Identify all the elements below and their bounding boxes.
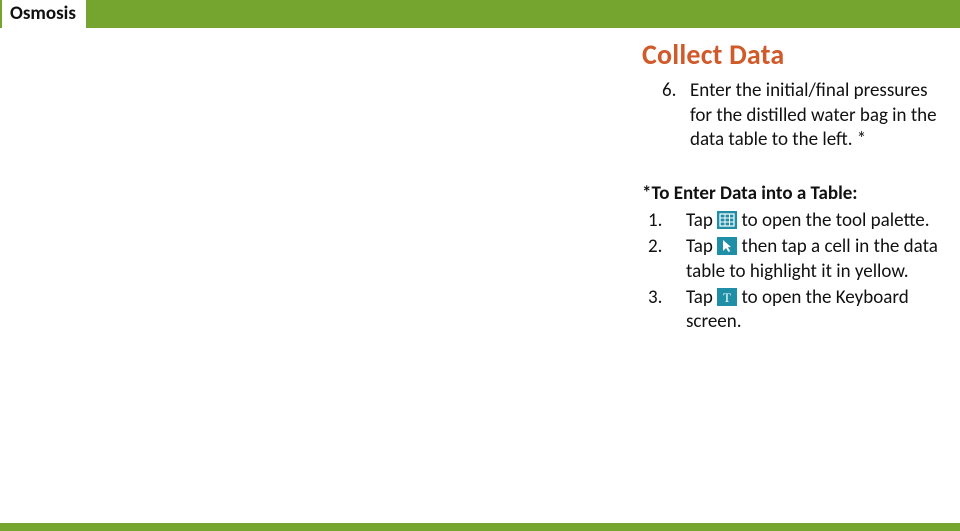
substep-2-marker: 2.: [648, 235, 662, 259]
main-steps-list: 6. Enter the initial/final pressures for…: [664, 79, 942, 152]
table-tool-icon: [717, 211, 737, 229]
substep-3-marker: 3.: [648, 286, 662, 310]
footer-bar: [0, 523, 960, 531]
step-6: 6. Enter the initial/final pressures for…: [664, 79, 942, 152]
spacer: [642, 152, 942, 180]
section-heading: Collect Data: [642, 40, 942, 69]
text-tool-icon: T: [717, 288, 737, 306]
substep-3-pre: Tap: [686, 286, 717, 309]
content-area: Collect Data 6. Enter the initial/final …: [0, 28, 960, 523]
sub-steps-list: 1. Tap to open the tool palette.: [646, 209, 942, 335]
substep-3: 3. Tap T to open the Keyboard screen.: [646, 286, 942, 335]
substep-1-post: to open the tool palette.: [737, 209, 929, 232]
step-6-marker: 6.: [662, 79, 676, 103]
svg-text:T: T: [723, 290, 731, 305]
step-6-text: Enter the initial/final pressures for th…: [690, 79, 937, 151]
subheading: *To Enter Data into a Table:: [642, 182, 942, 207]
substep-1-marker: 1.: [648, 209, 662, 233]
header-strip: Osmosis: [2, 0, 86, 28]
substep-2: 2. Tap then tap a cell in the data table…: [646, 235, 942, 284]
slide: Osmosis Collect Data 6. Enter the initia…: [0, 0, 960, 531]
substep-1: 1. Tap to open the tool palette.: [646, 209, 942, 233]
header-bar: Osmosis: [0, 0, 960, 28]
substep-1-pre: Tap: [686, 209, 717, 232]
substep-2-pre: Tap: [686, 235, 717, 258]
right-column: Collect Data 6. Enter the initial/final …: [642, 40, 942, 337]
page-title: Osmosis: [10, 0, 76, 28]
pointer-tool-icon: [717, 237, 737, 255]
